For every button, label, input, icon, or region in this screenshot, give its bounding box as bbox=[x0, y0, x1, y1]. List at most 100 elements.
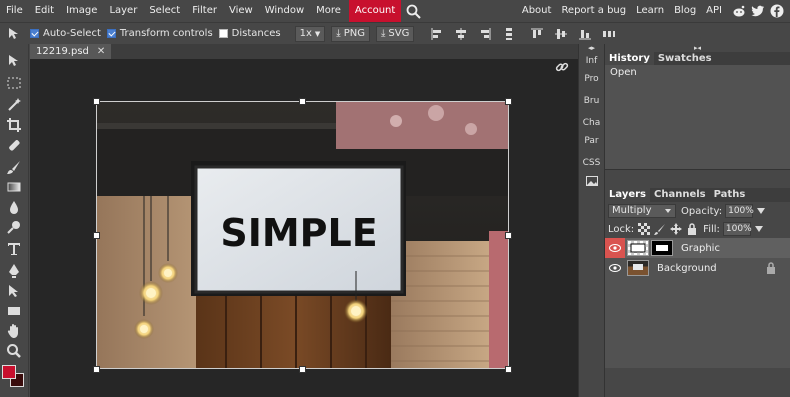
lock-all-icon[interactable] bbox=[686, 223, 698, 235]
menu-select[interactable]: Select bbox=[143, 0, 186, 22]
menu-window[interactable]: Window bbox=[259, 0, 310, 22]
foreground-color-swatch[interactable] bbox=[2, 365, 16, 379]
distances-checkbox[interactable]: Distances bbox=[218, 28, 281, 39]
menu-account[interactable]: Account bbox=[348, 0, 402, 22]
layer-row[interactable]: Background bbox=[605, 258, 790, 278]
tools-panel bbox=[0, 44, 29, 397]
transform-handle-b[interactable] bbox=[299, 366, 306, 373]
menu-layer[interactable]: Layer bbox=[103, 0, 143, 22]
lock-pixels-icon[interactable] bbox=[654, 223, 666, 235]
canvas-workspace[interactable]: SIMPLE bbox=[30, 59, 578, 397]
layer-thumbnail bbox=[627, 240, 649, 256]
tab-paths[interactable]: Paths bbox=[710, 188, 750, 202]
layer-row[interactable]: Graphic bbox=[605, 238, 790, 258]
align-right-icon[interactable] bbox=[478, 27, 492, 41]
tab-swatches[interactable]: Swatches bbox=[654, 52, 716, 65]
opacity-input[interactable]: 100% bbox=[725, 204, 754, 218]
menu-image[interactable]: Image bbox=[60, 0, 103, 22]
distances-check[interactable] bbox=[218, 29, 228, 38]
brush-tool-icon[interactable] bbox=[4, 158, 24, 176]
link-report-bug[interactable]: Report a bug bbox=[556, 0, 631, 22]
fill-input[interactable]: 100% bbox=[722, 222, 752, 236]
transform-controls-label: Transform controls bbox=[119, 28, 213, 39]
image-icon[interactable] bbox=[579, 172, 604, 190]
history-item[interactable]: Open bbox=[605, 65, 790, 80]
fill-slider-toggle[interactable] bbox=[754, 226, 763, 236]
align-left-icon[interactable] bbox=[430, 27, 444, 41]
link-api[interactable]: API bbox=[701, 0, 727, 22]
transform-handle-r[interactable] bbox=[505, 232, 512, 239]
transform-handle-tl[interactable] bbox=[93, 98, 100, 105]
magic-wand-icon[interactable] bbox=[4, 96, 24, 114]
dodge-tool-icon[interactable] bbox=[4, 218, 24, 236]
align-bottom-icon[interactable] bbox=[578, 27, 592, 41]
panel-brush-button[interactable]: Bru bbox=[579, 92, 604, 110]
menu-filter[interactable]: Filter bbox=[186, 0, 223, 22]
menu-view[interactable]: View bbox=[223, 0, 259, 22]
auto-select-check[interactable] bbox=[30, 29, 39, 38]
canvas-image[interactable]: SIMPLE bbox=[96, 101, 509, 369]
align-middle-icon[interactable] bbox=[554, 27, 568, 41]
align-top-icon[interactable] bbox=[530, 27, 544, 41]
type-tool-icon[interactable] bbox=[4, 240, 24, 258]
transform-controls-checkbox[interactable]: Transform controls bbox=[106, 28, 213, 39]
reddit-icon[interactable] bbox=[732, 4, 746, 18]
link-blog[interactable]: Blog bbox=[669, 0, 701, 22]
options-bar: Auto-Select Transform controls Distances… bbox=[0, 22, 790, 44]
tab-channels[interactable]: Channels bbox=[650, 188, 710, 202]
path-select-icon[interactable] bbox=[4, 282, 24, 300]
tab-history[interactable]: History bbox=[605, 52, 654, 65]
transform-handle-t[interactable] bbox=[299, 98, 306, 105]
facebook-icon[interactable] bbox=[770, 4, 784, 18]
export-svg-button[interactable]: ⤓ SVG bbox=[375, 25, 415, 42]
document-tab-name: 12219.psd bbox=[36, 46, 89, 57]
distribute-h-icon[interactable] bbox=[602, 27, 616, 41]
search-icon[interactable] bbox=[405, 0, 423, 22]
blend-mode-select[interactable]: Multiply bbox=[608, 204, 676, 218]
tab-layers[interactable]: Layers bbox=[605, 188, 650, 202]
lock-position-icon[interactable] bbox=[670, 223, 683, 235]
link-learn[interactable]: Learn bbox=[631, 0, 669, 22]
link-about[interactable]: About bbox=[517, 0, 557, 22]
gradient-tool-icon[interactable] bbox=[4, 178, 24, 196]
blur-tool-icon[interactable] bbox=[4, 198, 24, 216]
panel-character-button[interactable]: Cha bbox=[579, 114, 604, 132]
menu-more[interactable]: More bbox=[310, 0, 347, 22]
transform-handle-tr[interactable] bbox=[505, 98, 512, 105]
healing-brush-icon[interactable] bbox=[4, 136, 24, 154]
lock-transparency-icon[interactable] bbox=[638, 223, 651, 235]
panel-css-button[interactable]: CSS bbox=[579, 154, 604, 172]
panel-grip-icon[interactable]: ▸◂ bbox=[605, 44, 790, 52]
auto-select-checkbox[interactable]: Auto-Select bbox=[30, 28, 101, 39]
link-icon[interactable] bbox=[554, 59, 570, 75]
transform-handle-bl[interactable] bbox=[93, 366, 100, 373]
zoom-dropdown[interactable]: 1x ▼ bbox=[294, 25, 326, 42]
transform-controls-check[interactable] bbox=[106, 29, 116, 38]
eye-icon[interactable] bbox=[605, 258, 625, 278]
eye-icon[interactable] bbox=[605, 238, 625, 258]
panel-properties-button[interactable]: Pro bbox=[579, 70, 604, 88]
twitter-icon[interactable] bbox=[751, 4, 765, 18]
hand-tool-icon[interactable] bbox=[4, 322, 24, 340]
transform-handle-br[interactable] bbox=[505, 366, 512, 373]
panel-grip-icon[interactable]: ◂▸ bbox=[579, 44, 604, 52]
transform-handle-l[interactable] bbox=[93, 232, 100, 239]
rectangle-tool-icon[interactable] bbox=[4, 302, 24, 320]
panel-paragraph-button[interactable]: Par bbox=[579, 132, 604, 150]
panel-info-button[interactable]: Inf bbox=[579, 52, 604, 70]
opacity-slider-toggle[interactable] bbox=[757, 208, 766, 218]
menu-file[interactable]: File bbox=[0, 0, 29, 22]
crop-tool-icon[interactable] bbox=[4, 116, 24, 134]
export-png-button[interactable]: ⤓ PNG bbox=[331, 25, 370, 42]
menu-edit[interactable]: Edit bbox=[29, 0, 60, 22]
align-center-h-icon[interactable] bbox=[454, 27, 468, 41]
pen-tool-icon[interactable] bbox=[4, 262, 24, 280]
marquee-tool-icon[interactable] bbox=[4, 74, 24, 92]
document-tab[interactable]: 12219.psd ✕ bbox=[30, 44, 112, 59]
zoom-tool-icon[interactable] bbox=[4, 342, 24, 360]
align-distribute-icon[interactable] bbox=[502, 27, 516, 41]
close-icon[interactable]: ✕ bbox=[97, 46, 105, 57]
layer-mask-thumbnail[interactable] bbox=[651, 240, 673, 256]
opacity-label: Opacity: bbox=[681, 205, 723, 217]
move-tool-icon[interactable] bbox=[4, 52, 24, 70]
